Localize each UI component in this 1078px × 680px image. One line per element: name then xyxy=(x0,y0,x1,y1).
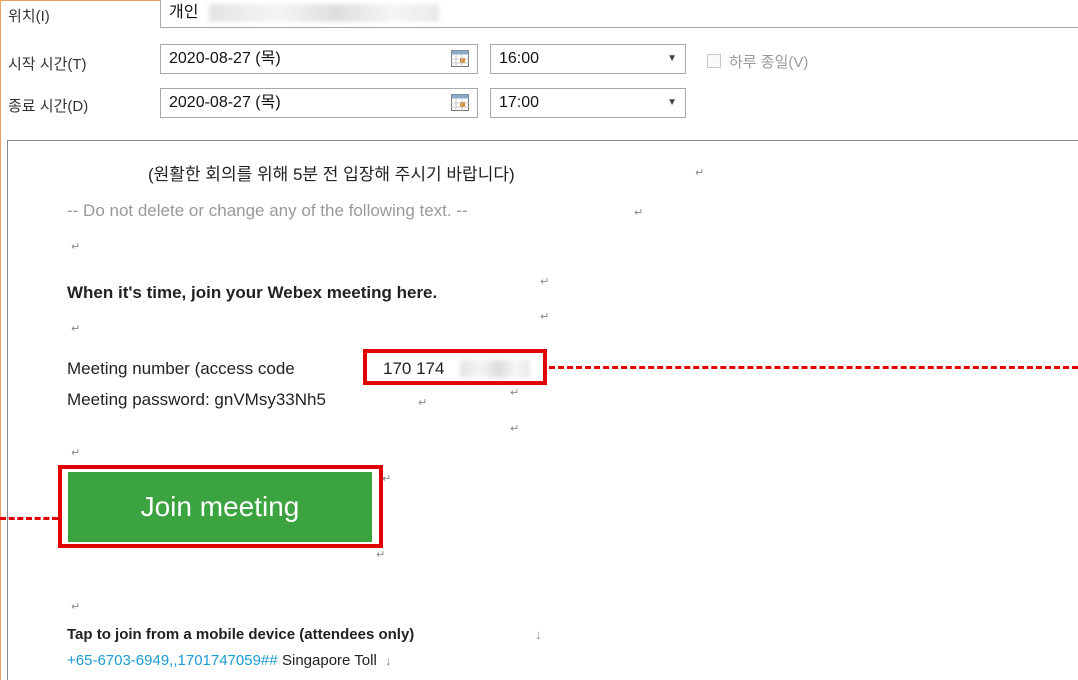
paragraph-mark: ↵ xyxy=(540,311,550,323)
end-time-value: 17:00 xyxy=(499,94,540,111)
do-not-delete-text: -- Do not delete or change any of the fo… xyxy=(67,201,468,220)
calendar-icon[interactable] xyxy=(451,94,469,111)
paragraph-mark: ↵ xyxy=(540,276,550,288)
paragraph-mark: ↵ xyxy=(634,207,644,219)
paragraph-mark: ↵ xyxy=(71,323,81,335)
end-time-label: 종료 시간(D) xyxy=(8,98,89,115)
redacted-location xyxy=(208,3,439,22)
start-date-field[interactable]: 2020-08-27 (목) xyxy=(160,44,478,74)
highlight-join-button xyxy=(58,465,383,548)
paragraph-mark: ↵ xyxy=(71,601,81,613)
chevron-down-icon: ▼ xyxy=(667,97,677,108)
arrow-down-icon: ↓ xyxy=(535,627,542,642)
meeting-password: Meeting password: gnVMsy33Nh5 xyxy=(67,390,326,409)
end-date-field[interactable]: 2020-08-27 (목) xyxy=(160,88,478,118)
callout-line xyxy=(0,517,58,520)
location-value: 개인 xyxy=(169,4,199,21)
start-time-select[interactable]: 16:00 ▼ xyxy=(490,44,686,74)
allday-checkbox[interactable] xyxy=(707,54,721,68)
join-heading: When it's time, join your Webex meeting … xyxy=(67,283,438,302)
paragraph-mark: ↵ xyxy=(71,241,81,253)
paragraph-mark: ↵ xyxy=(376,549,386,561)
paragraph-mark: ↵ xyxy=(382,473,392,485)
meeting-body-editor[interactable] xyxy=(7,140,1078,680)
meeting-number-label: Meeting number (access code xyxy=(67,359,295,378)
phone-region: Singapore Toll xyxy=(282,652,377,669)
notice-text: (원활한 회의를 위해 5분 전 입장해 주시기 바랍니다) xyxy=(148,165,515,184)
end-date-value: 2020-08-27 (목) xyxy=(169,94,281,111)
calendar-icon[interactable] xyxy=(451,50,469,67)
paragraph-mark: ↵ xyxy=(510,387,520,399)
paragraph-mark: ↵ xyxy=(418,397,428,409)
callout-line xyxy=(549,366,1078,369)
start-date-value: 2020-08-27 (목) xyxy=(169,50,281,67)
paragraph-mark: ↵ xyxy=(71,447,81,459)
location-input[interactable]: 개인 xyxy=(160,0,1078,28)
allday-label: 하루 종일(V) xyxy=(729,54,809,71)
chevron-down-icon: ▼ xyxy=(667,53,677,64)
arrow-down-icon: ↓ xyxy=(385,653,392,668)
start-time-value: 16:00 xyxy=(499,50,540,67)
end-time-select[interactable]: 17:00 ▼ xyxy=(490,88,686,118)
location-label: 위치(I) xyxy=(8,8,50,25)
phone-link[interactable]: +65-6703-6949,,1701747059## xyxy=(67,652,278,669)
paragraph-mark: ↵ xyxy=(510,423,520,435)
mobile-join-heading: Tap to join from a mobile device (attend… xyxy=(67,626,415,643)
highlight-meeting-number xyxy=(363,349,547,385)
paragraph-mark: ↵ xyxy=(695,167,705,179)
start-time-label: 시작 시간(T) xyxy=(8,56,87,73)
